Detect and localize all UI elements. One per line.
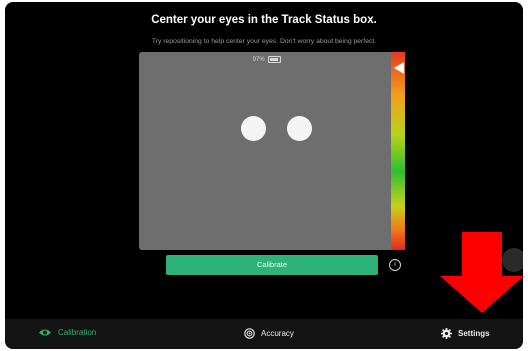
- track-status-box: 97%: [139, 52, 395, 250]
- battery-icon: [268, 56, 282, 63]
- tab-calibration-label: Calibration: [58, 328, 97, 337]
- track-status-bar: [391, 52, 405, 250]
- target-icon: [244, 328, 255, 339]
- page-subtitle: Try repositioning to help center your ey…: [151, 38, 377, 45]
- left-eye-indicator: [241, 116, 266, 141]
- gear-icon: [441, 328, 452, 339]
- page-title: Center your eyes in the Track Status box…: [151, 14, 377, 26]
- battery-percent: 97%: [252, 57, 265, 64]
- right-eye-indicator: [287, 116, 312, 141]
- tab-accuracy[interactable]: Accuracy: [244, 328, 294, 339]
- battery-indicator: 97%: [139, 56, 395, 63]
- bottom-navigation: Calibration Accuracy Settings: [5, 319, 523, 349]
- red-arrow-annotation-icon: [440, 232, 524, 313]
- calibrate-button[interactable]: Calibrate: [166, 255, 378, 275]
- tab-settings-label: Settings: [458, 329, 490, 338]
- tab-accuracy-label: Accuracy: [261, 329, 294, 338]
- eye-icon: [39, 329, 51, 336]
- track-level-marker-icon: [394, 61, 404, 74]
- tab-settings[interactable]: Settings: [441, 328, 490, 339]
- info-icon[interactable]: i: [389, 259, 401, 271]
- tab-calibration[interactable]: Calibration: [38, 328, 96, 337]
